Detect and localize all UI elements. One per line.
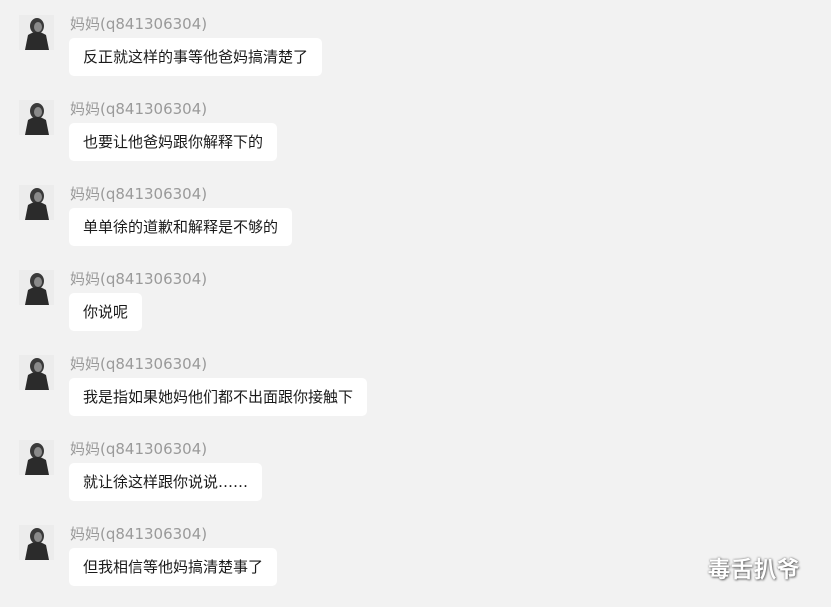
chat-message: 妈妈(q841306304) 单单徐的道歉和解释是不够的: [0, 182, 831, 267]
chat-message: 妈妈(q841306304) 反正就这样的事等他爸妈搞清楚了: [0, 12, 831, 97]
sender-name: 妈妈(q841306304): [70, 525, 208, 543]
chat-message-list[interactable]: 妈妈(q841306304) 反正就这样的事等他爸妈搞清楚了 妈妈(q84130…: [0, 0, 831, 603]
avatar[interactable]: [19, 15, 54, 50]
sender-name: 妈妈(q841306304): [70, 185, 208, 203]
message-bubble[interactable]: 我是指如果她妈他们都不出面跟你接触下: [69, 378, 368, 416]
watermark: 毒舌扒爷: [708, 558, 801, 583]
chat-message: 妈妈(q841306304) 就让徐这样跟你说说……: [0, 437, 831, 522]
message-bubble[interactable]: 就让徐这样跟你说说……: [69, 463, 263, 501]
avatar-photo-icon: [19, 100, 54, 135]
avatar-photo-icon: [19, 525, 54, 560]
message-bubble[interactable]: 你说呢: [69, 293, 143, 331]
sender-name: 妈妈(q841306304): [70, 440, 208, 458]
avatar-photo-icon: [19, 440, 54, 475]
avatar[interactable]: [19, 100, 54, 135]
avatar[interactable]: [19, 270, 54, 305]
avatar[interactable]: [19, 355, 54, 390]
chat-message: 妈妈(q841306304) 你说呢: [0, 267, 831, 352]
avatar-photo-icon: [19, 185, 54, 220]
sender-name: 妈妈(q841306304): [70, 15, 208, 33]
avatar-photo-icon: [19, 15, 54, 50]
avatar[interactable]: [19, 525, 54, 560]
chat-message: 妈妈(q841306304) 但我相信等他妈搞清楚事了: [0, 522, 831, 607]
sender-name: 妈妈(q841306304): [70, 100, 208, 118]
message-bubble[interactable]: 单单徐的道歉和解释是不够的: [69, 208, 293, 246]
avatar-photo-icon: [19, 270, 54, 305]
avatar[interactable]: [19, 185, 54, 220]
chat-message: 妈妈(q841306304) 也要让他爸妈跟你解释下的: [0, 97, 831, 182]
sender-name: 妈妈(q841306304): [70, 355, 208, 373]
message-bubble[interactable]: 也要让他爸妈跟你解释下的: [69, 123, 278, 161]
chat-message: 妈妈(q841306304) 我是指如果她妈他们都不出面跟你接触下: [0, 352, 831, 437]
avatar-photo-icon: [19, 355, 54, 390]
sender-name: 妈妈(q841306304): [70, 270, 208, 288]
message-bubble[interactable]: 但我相信等他妈搞清楚事了: [69, 548, 278, 586]
avatar[interactable]: [19, 440, 54, 475]
message-bubble[interactable]: 反正就这样的事等他爸妈搞清楚了: [69, 38, 323, 76]
